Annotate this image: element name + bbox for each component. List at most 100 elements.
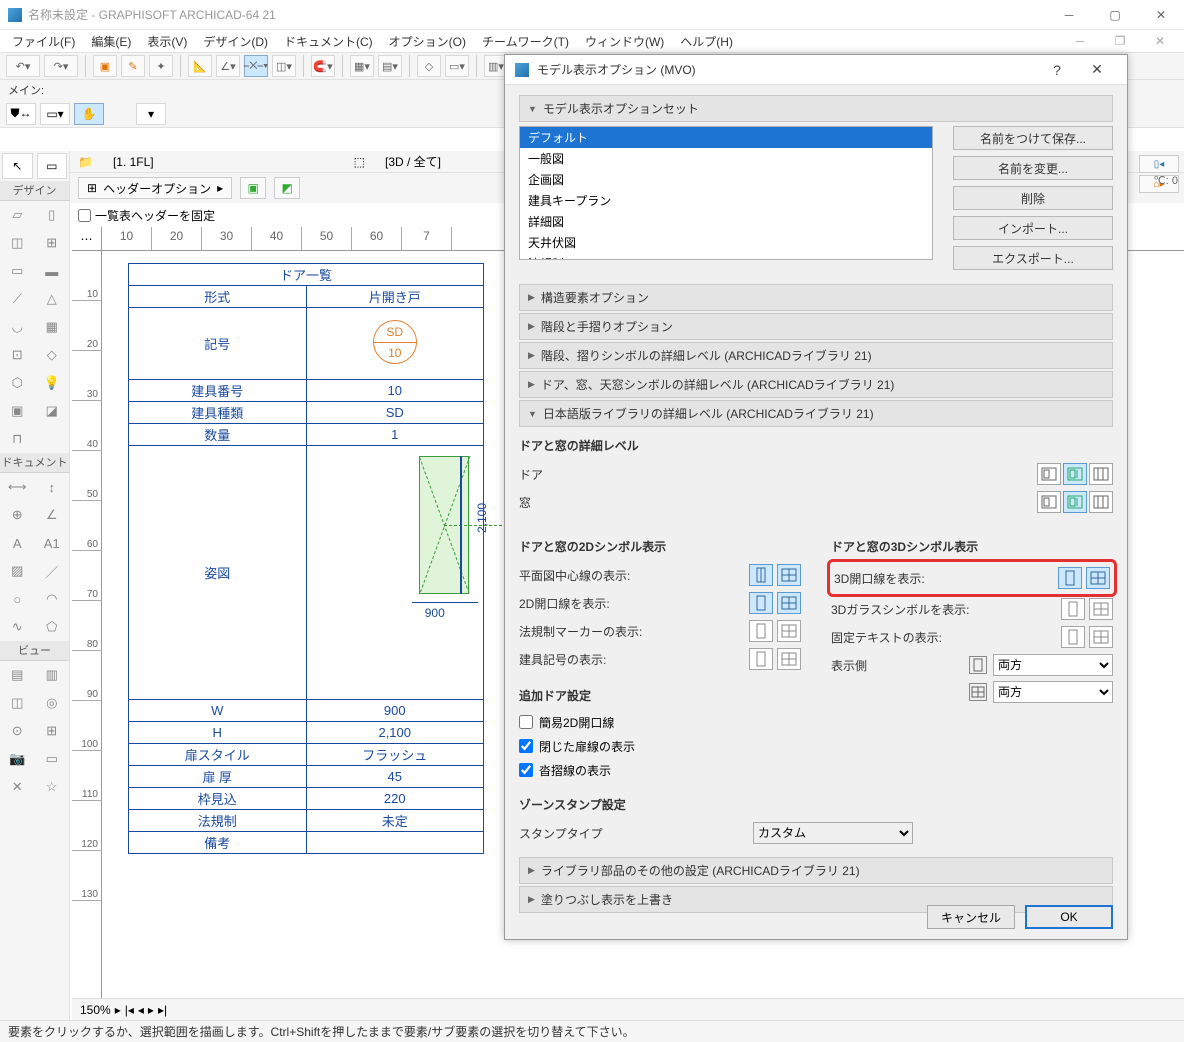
threeD-view-label[interactable]: [3D / 全て] [385, 153, 441, 170]
fill-tool-icon[interactable]: ▨ [0, 557, 35, 585]
lamp-tool-icon[interactable]: 💡 [35, 369, 70, 397]
section-structural[interactable]: 構造要素オプション [519, 284, 1113, 311]
morph-tool-icon[interactable]: ◇ [35, 341, 70, 369]
stamp-type-select[interactable]: カスタム [753, 822, 913, 844]
line-tool-icon[interactable]: ／ [35, 557, 70, 585]
drawing-tool-icon[interactable]: ▭ [35, 745, 70, 773]
section-stair-detail[interactable]: 階段、摺りシンボルの詳細レベル (ARCHICADライブラリ 21) [519, 342, 1113, 369]
list-item[interactable]: デフォルト [520, 127, 932, 148]
right-dock-btn1[interactable]: ▯◂ [1139, 155, 1179, 173]
ruler-menu-icon[interactable]: ⋯ [72, 227, 101, 251]
circle-tool-icon[interactable]: ○ [0, 585, 35, 613]
door-icon[interactable] [1061, 626, 1085, 648]
slab-tool-icon[interactable]: ▭ [0, 257, 35, 285]
arrow-tool[interactable]: ↖ [2, 153, 33, 179]
hotspot-tool-icon[interactable]: ✕ [0, 773, 35, 801]
menu-edit[interactable]: 編集(E) [83, 33, 139, 50]
section-stairs[interactable]: 階段と手摺りオプション [519, 313, 1113, 340]
door-tool-icon[interactable]: ◫ [0, 229, 35, 257]
window-toggle-1[interactable] [1037, 491, 1061, 513]
dialog-help-button[interactable]: ? [1037, 62, 1077, 78]
spline-tool-icon[interactable]: ∿ [0, 613, 35, 641]
window-toggle-3[interactable] [1089, 491, 1113, 513]
section-jp-lib-detail[interactable]: 日本語版ライブラリの詳細レベル (ARCHICADライブラリ 21) [519, 400, 1113, 427]
window-icon[interactable] [777, 564, 801, 586]
option-set-listbox[interactable]: デフォルト 一般図 企画図 建具キープラン 詳細図 天井伏図 法規制 [519, 126, 933, 260]
rename-button[interactable]: 名前を変更... [953, 156, 1113, 180]
marquee-tool[interactable]: ▭ [37, 153, 68, 179]
list-item[interactable]: 詳細図 [520, 211, 932, 232]
window-icon[interactable] [777, 648, 801, 670]
grid-icon[interactable]: ▦▾ [350, 55, 374, 77]
dialog-titlebar[interactable]: モデル表示オプション (MVO) ? ✕ [505, 55, 1127, 85]
plan-view-label[interactable]: [1. 1FL] [113, 155, 154, 169]
door-icon[interactable] [749, 564, 773, 586]
radial-tool-icon[interactable]: ⊕ [0, 501, 35, 529]
menu-minimize-icon[interactable]: ─ [1060, 34, 1100, 48]
ok-button[interactable]: OK [1025, 905, 1113, 929]
label-tool-icon[interactable]: A1 [35, 529, 70, 557]
sill-line-checkbox[interactable] [519, 763, 533, 777]
door-icon[interactable] [749, 592, 773, 614]
menu-help[interactable]: ヘルプ(H) [672, 33, 741, 50]
toggle-3d-opening[interactable] [1058, 567, 1110, 589]
info-marquee-icon[interactable]: ⛊↔ [6, 103, 36, 125]
wall-tool-icon[interactable]: ▱ [0, 201, 35, 229]
detail-tool-icon[interactable]: ◎ [35, 689, 70, 717]
curtain-tool-icon[interactable]: ⊡ [0, 341, 35, 369]
menu-document[interactable]: ドキュメント(C) [276, 33, 381, 50]
shell-tool-icon[interactable]: ◡ [0, 313, 35, 341]
folder-icon[interactable]: 📁 [78, 155, 93, 169]
save-as-button[interactable]: 名前をつけて保存... [953, 126, 1113, 150]
railing-tool-icon[interactable]: ⊓ [0, 425, 35, 453]
change-tool-icon[interactable]: ⊙ [0, 717, 35, 745]
window-icon[interactable] [1089, 598, 1113, 620]
toggle-3d-glass[interactable] [1061, 598, 1113, 620]
door-icon[interactable] [1061, 598, 1085, 620]
roof-tool-icon[interactable]: △ [35, 285, 70, 313]
info-hand-icon[interactable]: ✋ [74, 103, 104, 125]
export-button[interactable]: エクスポート... [953, 246, 1113, 270]
closed-line-checkbox[interactable] [519, 739, 533, 753]
section-option-set[interactable]: モデル表示オプションセット [519, 95, 1113, 122]
door-toggle-3[interactable] [1089, 463, 1113, 485]
guide-icon[interactable]: ◫▾ [272, 55, 296, 77]
zone-tool-icon[interactable]: ▣ [0, 397, 35, 425]
menu-design[interactable]: デザイン(D) [195, 33, 276, 50]
menu-view[interactable]: 表示(V) [139, 33, 195, 50]
poly-tool-icon[interactable]: ⬠ [35, 613, 70, 641]
door-toggle-1[interactable] [1037, 463, 1061, 485]
menu-window[interactable]: ウィンドウ(W) [577, 33, 672, 50]
header-option-dropdown[interactable]: ⊞ ヘッダーオプション ▸ [78, 177, 232, 199]
column-tool-icon[interactable]: ▯ [35, 201, 70, 229]
section-tool-icon[interactable]: ▤ [0, 661, 35, 689]
close-button[interactable]: ✕ [1138, 0, 1184, 30]
elevation-tool-icon[interactable]: ▥ [35, 661, 70, 689]
grid2-icon[interactable]: ▤▾ [378, 55, 402, 77]
window-icon[interactable] [777, 592, 801, 614]
toggle-3d-text[interactable] [1061, 626, 1113, 648]
suspend-groups-icon[interactable]: ▣ [93, 55, 117, 77]
list-item[interactable]: 法規制 [520, 253, 932, 260]
list-item[interactable]: 天井伏図 [520, 232, 932, 253]
minimize-button[interactable]: ─ [1046, 0, 1092, 30]
maximize-button[interactable]: ▢ [1092, 0, 1138, 30]
wand-icon[interactable]: ✦ [149, 55, 173, 77]
door-icon[interactable] [749, 648, 773, 670]
door-detail-toggle[interactable] [1037, 463, 1113, 485]
window-tool-icon[interactable]: ⊞ [35, 229, 70, 257]
window-detail-toggle[interactable] [1037, 491, 1113, 513]
window-icon[interactable] [1089, 626, 1113, 648]
door-icon[interactable] [749, 620, 773, 642]
measure-icon[interactable]: 📐 [188, 55, 212, 77]
stair-tool-icon[interactable]: ⟋ [0, 285, 35, 313]
door-side-select[interactable]: 両方 [993, 654, 1113, 676]
door-toggle-2[interactable] [1063, 463, 1087, 485]
menu-teamwork[interactable]: チームワーク(T) [474, 33, 577, 50]
dim-tool-icon[interactable]: ⟷ [0, 473, 35, 501]
angle-tool-icon[interactable]: ∠ [35, 501, 70, 529]
toggle-2d-marker[interactable] [749, 620, 801, 642]
header-sel1-icon[interactable]: ▣ [240, 177, 266, 199]
grid-view-icon[interactable]: ⊞ [35, 717, 70, 745]
snap-icon[interactable]: ⎯✕⎯▾ [244, 55, 268, 77]
